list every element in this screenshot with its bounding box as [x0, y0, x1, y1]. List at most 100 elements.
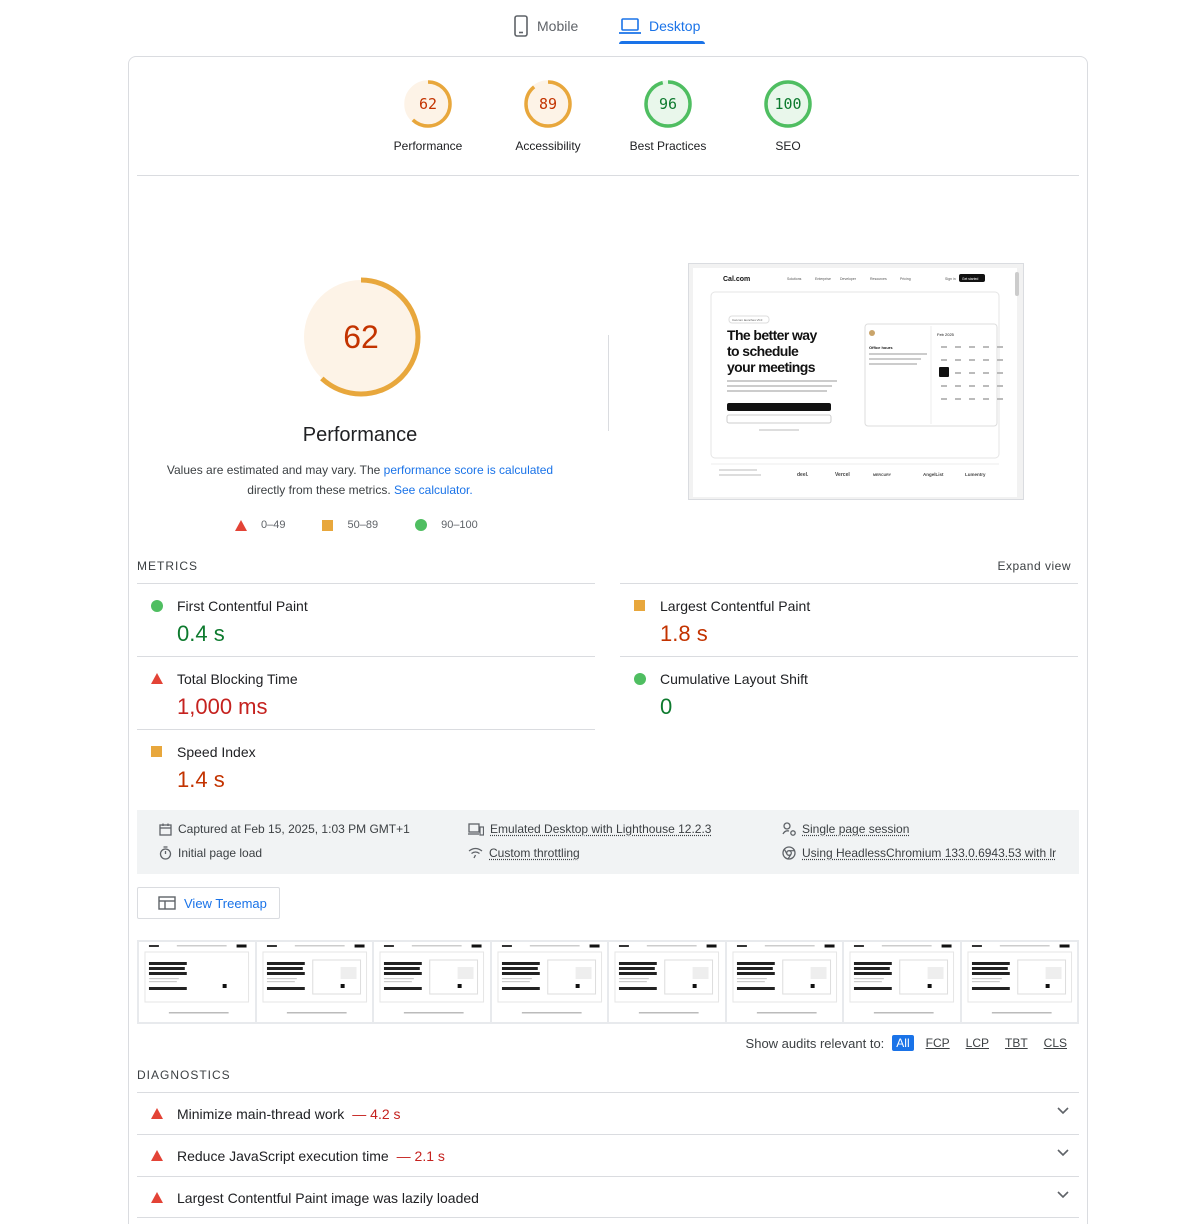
calendar-cell [969, 372, 975, 374]
audit-item[interactable]: Minimize main-thread work — 4.2 s [137, 1092, 1079, 1134]
triangle-icon [235, 519, 247, 531]
filter-chip-all[interactable]: All [892, 1035, 914, 1051]
metric-si: Speed Index 1.4 s [137, 729, 595, 802]
frame-thumbnail [256, 942, 372, 1022]
square-icon [322, 519, 334, 531]
throttling[interactable]: Custom throttling [468, 846, 580, 860]
calendar-cell [997, 385, 1003, 387]
runtime-settings: Captured at Feb 15, 2025, 1:03 PM GMT+1 … [137, 810, 1079, 874]
tab-desktop[interactable]: Desktop [619, 8, 705, 44]
final-screenshot[interactable]: Cal.com Solutions Enterprise Developer R… [688, 263, 1024, 500]
shot-nav-item: Sign in [945, 277, 956, 281]
filmstrip-frame [609, 942, 725, 1022]
tab-mobile-label: Mobile [537, 18, 579, 34]
gauge-seo[interactable]: 100 SEO [728, 79, 848, 153]
frame-thumbnail [726, 942, 842, 1022]
performance-score: 62 [343, 319, 379, 355]
calendar-cell [997, 346, 1003, 348]
single-session[interactable]: Single page session [782, 822, 909, 836]
calendar-cell [983, 385, 989, 387]
calendar-cell [955, 359, 961, 361]
captured-text: Captured at Feb 15, 2025, 1:03 PM GMT+1 [178, 822, 410, 836]
metrics-header: METRICS Expand view [137, 559, 1079, 585]
tab-mobile[interactable]: Mobile [513, 8, 578, 44]
calendar-cell [955, 346, 961, 348]
report-card: 62 Performance 89 Accessibility 96 Best … [128, 56, 1088, 1224]
see-calculator-link[interactable]: See calculator. [394, 483, 473, 497]
shot-headline: to schedule [727, 343, 799, 359]
performance-title: Performance [302, 424, 418, 446]
gauge-accessibility[interactable]: 89 Accessibility [488, 79, 608, 153]
filter-chip-lcp[interactable]: LCP [962, 1035, 993, 1051]
shot-headline: The better way [727, 327, 817, 343]
wifi-icon [468, 847, 483, 859]
legend-good: 90–100 [415, 519, 478, 531]
session-icon [782, 822, 796, 836]
calendar-icon [159, 823, 172, 836]
calendar-cell [983, 372, 989, 374]
expand-view-toggle[interactable]: Expand view [997, 559, 1071, 573]
chrome-icon [782, 846, 796, 860]
metric-name: Speed Index [177, 744, 256, 760]
legend-poor: 0–49 [235, 519, 285, 531]
treemap-icon [158, 896, 176, 910]
filter-chip-cls[interactable]: CLS [1040, 1035, 1071, 1051]
square-icon [151, 746, 162, 757]
chevron-down-icon [1057, 1149, 1069, 1157]
legend-good-label: 90–100 [441, 519, 478, 531]
device-tabs: Mobile Desktop [0, 0, 1183, 44]
chevron-down-icon [1057, 1191, 1069, 1199]
audit-item[interactable]: Largest Contentful Paint image was lazil… [137, 1176, 1079, 1218]
metric-tbt: Total Blocking Time 1,000 ms [137, 656, 595, 729]
divider [137, 175, 1079, 176]
score-calculated-link[interactable]: performance score is calculated [384, 463, 553, 477]
audit-filter: Show audits relevant to: All FCP LCP TBT… [746, 1035, 1071, 1051]
gauge-best-practices[interactable]: 96 Best Practices [608, 79, 728, 153]
throttling-text: Custom throttling [489, 846, 580, 860]
gauge-label: Accessibility [515, 139, 581, 153]
calendar-cell [969, 359, 975, 361]
tab-desktop-label: Desktop [649, 18, 701, 34]
shot-card-title: Office hours [869, 345, 893, 350]
view-treemap-button[interactable]: View Treemap [137, 887, 280, 919]
calendar-cell [969, 398, 975, 400]
filmstrip-frame [256, 942, 372, 1022]
screenshot-image: Cal.com Solutions Enterprise Developer R… [689, 264, 1023, 499]
browser-version[interactable]: Using HeadlessChromium 133.0.6943.53 wit… [782, 846, 1056, 860]
laptop-icon [619, 18, 641, 34]
calendar-cell [941, 359, 947, 361]
metric-fcp: First Contentful Paint 0.4 s [137, 583, 595, 656]
gauge-score: 62 [419, 95, 437, 113]
browser-text: Using HeadlessChromium 133.0.6943.53 wit… [802, 846, 1057, 860]
emulated-device[interactable]: Emulated Desktop with Lighthouse 12.2.3 [468, 822, 711, 836]
filmstrip-frame [374, 942, 490, 1022]
circle-icon [151, 600, 163, 612]
desc-text: Values are estimated and may vary. The [166, 463, 384, 477]
metric-value: 1.4 s [177, 767, 225, 792]
emulated-text: Emulated Desktop with Lighthouse 12.2.3 [490, 822, 712, 836]
calendar-cell [955, 398, 961, 400]
frame-thumbnail [609, 942, 725, 1022]
shot-logo-angellist: AngelList [923, 472, 944, 477]
diagnostics-title: DIAGNOSTICS [137, 1068, 231, 1082]
filter-chip-tbt[interactable]: TBT [1001, 1035, 1032, 1051]
filmstrip-frame [726, 942, 842, 1022]
desc-text-2: directly from these metrics. [247, 483, 394, 497]
metric-value: 1,000 ms [177, 694, 268, 719]
gauge-performance[interactable]: 62 Performance [368, 79, 488, 153]
gauge-label: Best Practices [629, 139, 707, 153]
metric-value: 0.4 s [177, 621, 225, 646]
timer-icon [159, 846, 172, 860]
shot-nav-item: Pricing [900, 277, 911, 281]
legend-average-label: 50–89 [347, 519, 379, 531]
frame-thumbnail [844, 942, 960, 1022]
vertical-divider [608, 335, 609, 431]
audit-item[interactable]: Reduce JavaScript execution time — 2.1 s [137, 1134, 1079, 1176]
calendar-cell [997, 372, 1003, 374]
performance-description: Values are estimated and may vary. The p… [157, 460, 563, 500]
filter-label: Show audits relevant to: [745, 1035, 885, 1051]
filter-chip-fcp[interactable]: FCP [922, 1035, 954, 1051]
filmstrip-frame [139, 942, 255, 1022]
audit-value: — 4.2 s [352, 1106, 401, 1122]
calendar-cell [983, 398, 989, 400]
